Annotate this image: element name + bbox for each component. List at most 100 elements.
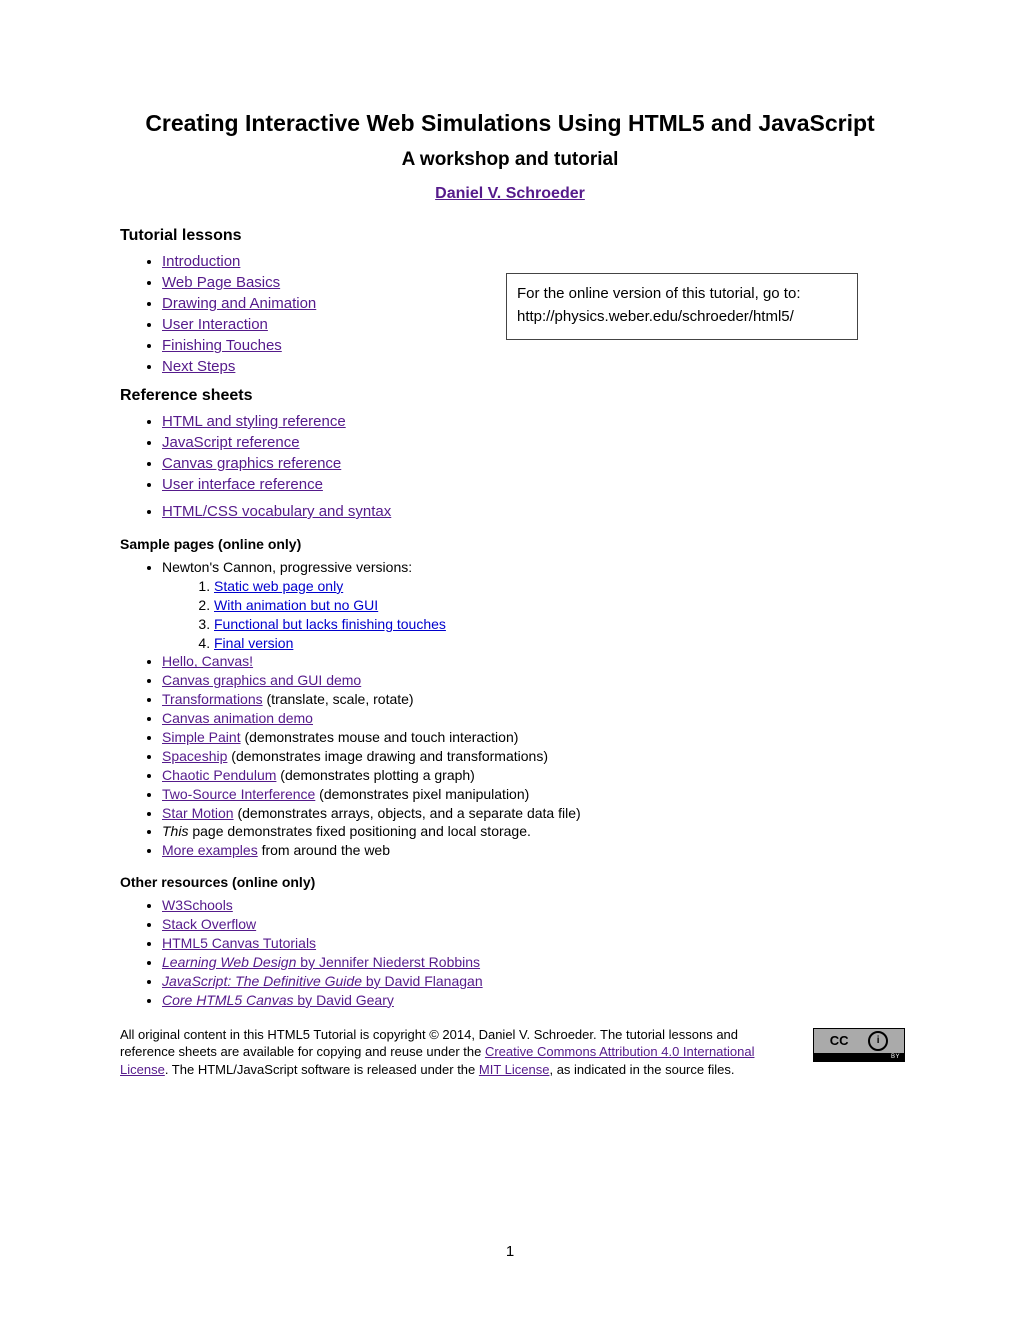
tutorial-lessons-heading: Tutorial lessons xyxy=(120,227,900,245)
list-item: Introduction xyxy=(162,251,900,272)
cc-badge-by: BY xyxy=(814,1053,904,1061)
book-title: Learning Web Design xyxy=(162,954,296,970)
other-resources-heading: Other resources (online only) xyxy=(120,874,900,890)
list-item: Simple Paint (demonstrates mouse and tou… xyxy=(162,728,900,747)
list-item: Newton's Cannon, progressive versions: S… xyxy=(162,558,900,652)
list-item: User interface reference xyxy=(162,474,900,495)
link-next-steps[interactable]: Next Steps xyxy=(162,358,235,375)
link-javascript-ref[interactable]: JavaScript reference xyxy=(162,434,300,451)
link-finishing-touches[interactable]: Finishing Touches xyxy=(162,337,282,354)
page-title: Creating Interactive Web Simulations Usi… xyxy=(120,110,900,137)
this-page-text: page demonstrates fixed positioning and … xyxy=(188,823,530,839)
page-number: 1 xyxy=(0,1243,1020,1260)
online-box-line1: For the online version of this tutorial,… xyxy=(517,282,847,305)
link-w3schools[interactable]: W3Schools xyxy=(162,897,233,913)
list-item: HTML5 Canvas Tutorials xyxy=(162,934,900,953)
link-newton-1[interactable]: Static web page only xyxy=(214,578,343,594)
list-item: Next Steps xyxy=(162,356,900,377)
copyright-footer: All original content in this HTML5 Tutor… xyxy=(120,1026,900,1079)
link-suffix: (demonstrates mouse and touch interactio… xyxy=(241,729,519,745)
link-book-learning-web-design[interactable]: Learning Web Design by Jennifer Niederst… xyxy=(162,954,480,970)
list-item: This page demonstrates fixed positioning… xyxy=(162,822,900,841)
list-item: Canvas graphics reference xyxy=(162,453,900,474)
reference-sheets-heading: Reference sheets xyxy=(120,387,900,405)
link-introduction[interactable]: Introduction xyxy=(162,253,240,270)
link-mit-license[interactable]: MIT License xyxy=(479,1062,550,1077)
list-item: Star Motion (demonstrates arrays, object… xyxy=(162,804,900,823)
reference-sheets-list: HTML and styling reference JavaScript re… xyxy=(120,411,900,522)
list-item: Spaceship (demonstrates image drawing an… xyxy=(162,747,900,766)
sample-pages-list: Newton's Cannon, progressive versions: S… xyxy=(120,558,900,860)
cc-text: CC xyxy=(830,1032,849,1050)
link-web-page-basics[interactable]: Web Page Basics xyxy=(162,274,280,291)
list-item: With animation but no GUI xyxy=(214,596,900,615)
book-title: Core HTML5 Canvas xyxy=(162,992,294,1008)
link-html-styling-ref[interactable]: HTML and styling reference xyxy=(162,413,346,430)
link-ui-ref[interactable]: User interface reference xyxy=(162,476,323,493)
list-item: Two-Source Interference (demonstrates pi… xyxy=(162,785,900,804)
book-author: by David Flanagan xyxy=(362,973,483,989)
list-item: JavaScript: The Definitive Guide by Davi… xyxy=(162,972,900,991)
other-resources-list: W3Schools Stack Overflow HTML5 Canvas Tu… xyxy=(120,896,900,1009)
link-chaotic-pendulum[interactable]: Chaotic Pendulum xyxy=(162,767,276,783)
person-icon: i xyxy=(868,1031,888,1051)
link-user-interaction[interactable]: User Interaction xyxy=(162,316,268,333)
link-html-css-vocab[interactable]: HTML/CSS vocabulary and syntax xyxy=(162,503,391,520)
link-canvas-graphics-ref[interactable]: Canvas graphics reference xyxy=(162,455,341,472)
list-item: Static web page only xyxy=(214,577,900,596)
link-canvas-anim-demo[interactable]: Canvas animation demo xyxy=(162,710,313,726)
list-item: Canvas graphics and GUI demo xyxy=(162,671,900,690)
book-title: JavaScript: The Definitive Guide xyxy=(162,973,362,989)
newton-cannon-label: Newton's Cannon, progressive versions: xyxy=(162,559,412,575)
link-suffix: (demonstrates pixel manipulation) xyxy=(315,786,529,802)
list-item: HTML/CSS vocabulary and syntax xyxy=(162,501,900,522)
link-suffix: (translate, scale, rotate) xyxy=(263,691,414,707)
list-item: Final version xyxy=(214,634,900,653)
list-item: Functional but lacks finishing touches xyxy=(214,615,900,634)
link-canvas-gui-demo[interactable]: Canvas graphics and GUI demo xyxy=(162,672,361,688)
link-suffix: (demonstrates arrays, objects, and a sep… xyxy=(234,805,581,821)
link-suffix: (demonstrates image drawing and transfor… xyxy=(227,748,548,764)
list-item: Stack Overflow xyxy=(162,915,900,934)
link-spaceship[interactable]: Spaceship xyxy=(162,748,227,764)
list-item: Core HTML5 Canvas by David Geary xyxy=(162,991,900,1010)
list-item: Learning Web Design by Jennifer Niederst… xyxy=(162,953,900,972)
author-link[interactable]: Daniel V. Schroeder xyxy=(435,185,585,202)
list-item: JavaScript reference xyxy=(162,432,900,453)
link-stack-overflow[interactable]: Stack Overflow xyxy=(162,916,256,932)
link-two-source-interference[interactable]: Two-Source Interference xyxy=(162,786,315,802)
list-item: W3Schools xyxy=(162,896,900,915)
link-transformations[interactable]: Transformations xyxy=(162,691,263,707)
link-hello-canvas[interactable]: Hello, Canvas! xyxy=(162,653,253,669)
page-subtitle: A workshop and tutorial xyxy=(120,149,900,171)
cc-by-badge-icon[interactable]: CC i BY xyxy=(813,1028,905,1062)
link-newton-3[interactable]: Functional but lacks finishing touches xyxy=(214,616,446,632)
cc-badge-top: CC i xyxy=(814,1029,904,1053)
link-star-motion[interactable]: Star Motion xyxy=(162,805,234,821)
link-suffix: from around the web xyxy=(258,842,390,858)
link-suffix: (demonstrates plotting a graph) xyxy=(276,767,474,783)
link-html5-canvas-tutorials[interactable]: HTML5 Canvas Tutorials xyxy=(162,935,316,951)
list-item: HTML and styling reference xyxy=(162,411,900,432)
link-more-examples[interactable]: More examples xyxy=(162,842,258,858)
link-newton-2[interactable]: With animation but no GUI xyxy=(214,597,378,613)
footer-text-2: . The HTML/JavaScript software is releas… xyxy=(165,1062,479,1077)
link-drawing-animation[interactable]: Drawing and Animation xyxy=(162,295,316,312)
link-book-js-definitive-guide[interactable]: JavaScript: The Definitive Guide by Davi… xyxy=(162,973,483,989)
list-item: Canvas animation demo xyxy=(162,709,900,728)
online-version-box: For the online version of this tutorial,… xyxy=(506,273,858,340)
book-author: by Jennifer Niederst Robbins xyxy=(296,954,480,970)
this-label: This xyxy=(162,823,188,839)
link-simple-paint[interactable]: Simple Paint xyxy=(162,729,241,745)
newton-versions-list: Static web page only With animation but … xyxy=(162,577,900,653)
online-box-url: http://physics.weber.edu/schroeder/html5… xyxy=(517,305,847,328)
sample-pages-heading: Sample pages (online only) xyxy=(120,536,900,552)
author-line: Daniel V. Schroeder xyxy=(120,185,900,203)
list-item: Chaotic Pendulum (demonstrates plotting … xyxy=(162,766,900,785)
list-item: Transformations (translate, scale, rotat… xyxy=(162,690,900,709)
footer-text-3: , as indicated in the source files. xyxy=(549,1062,734,1077)
list-item: More examples from around the web xyxy=(162,841,900,860)
link-book-core-html5-canvas[interactable]: Core HTML5 Canvas by David Geary xyxy=(162,992,394,1008)
link-newton-4[interactable]: Final version xyxy=(214,635,293,651)
list-item: Hello, Canvas! xyxy=(162,652,900,671)
